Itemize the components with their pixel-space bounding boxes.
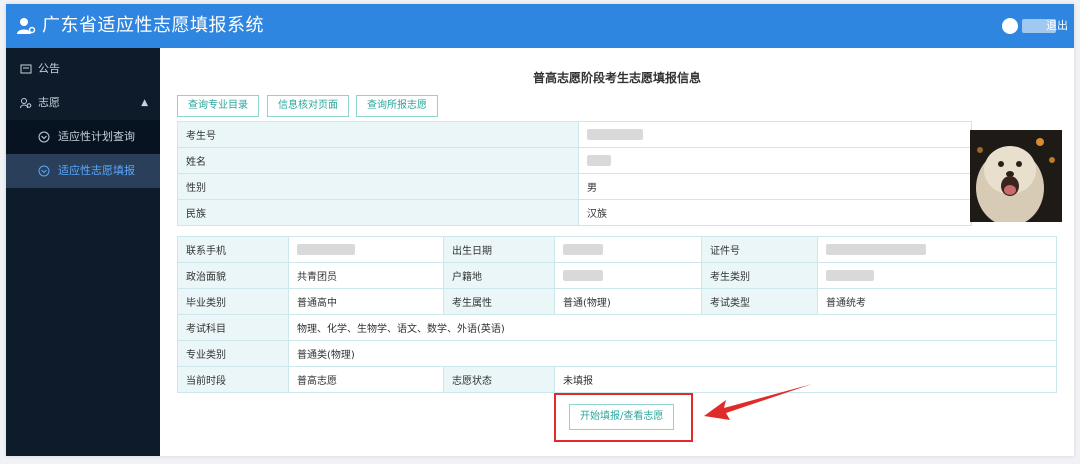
- top-bar: 广东省适应性志愿填报系统 退出: [6, 4, 1074, 48]
- sidebar-item-plan-query[interactable]: 适应性计划查询: [6, 120, 160, 154]
- table-row: 性别 男: [177, 173, 972, 200]
- table-cell-value: 男: [578, 173, 972, 200]
- table-row: 民族 汉族: [177, 199, 972, 226]
- table-cell-label: 考生类别: [701, 262, 818, 289]
- masked-value: [563, 269, 603, 281]
- sidebar-item-label: 志愿: [38, 96, 60, 109]
- table-cell-label: 户籍地: [443, 262, 555, 289]
- masked-value: [826, 269, 874, 281]
- sidebar-item-label: 适应性志愿填报: [58, 164, 135, 177]
- table-cell-value: [554, 236, 702, 263]
- user-logo-icon: [17, 18, 36, 34]
- circle-chevron-icon: [38, 165, 50, 177]
- app-window: 广东省适应性志愿填报系统 退出 公告 志愿 ▲ 适应性计划查询 适应性志愿填报 …: [6, 4, 1074, 456]
- announcement-icon: [20, 64, 32, 74]
- table-cell-value: 普通统考: [817, 288, 1057, 315]
- table-cell-value: 普高志愿: [288, 366, 444, 393]
- table-cell-label: 当前时段: [177, 366, 289, 393]
- basic-info-table: 考生号 姓名 性别 男 民族 汉族: [177, 121, 972, 226]
- table-cell-label: 毕业类别: [177, 288, 289, 315]
- table-cell-value: [288, 236, 444, 263]
- table-cell-value: 共青团员: [288, 262, 444, 289]
- table-cell-label: 考生号: [177, 121, 579, 148]
- sidebar: 公告 志愿 ▲ 适应性计划查询 适应性志愿填报: [6, 48, 160, 456]
- sidebar-item-label: 公告: [38, 62, 60, 75]
- table-cell-value: [817, 262, 1057, 289]
- logout-link[interactable]: 退出: [1046, 19, 1068, 33]
- masked-value: [826, 243, 926, 255]
- table-cell-value: [817, 236, 1057, 263]
- red-arrow-icon: [704, 384, 812, 420]
- table-cell-label: 政治面貌: [177, 262, 289, 289]
- table-cell-label: 联系手机: [177, 236, 289, 263]
- page-title: 普高志愿阶段考生志愿填报信息: [532, 71, 701, 85]
- info-check-button[interactable]: 信息核对页面: [267, 95, 349, 117]
- table-cell-label: 专业类别: [177, 340, 289, 367]
- table-cell-label: 民族: [177, 199, 579, 226]
- masked-value: [587, 154, 611, 166]
- query-applied-volunteer-button[interactable]: 查询所报志愿: [356, 95, 438, 117]
- table-cell-label: 姓名: [177, 147, 579, 174]
- chevron-up-icon: ▲: [141, 98, 148, 108]
- user-group-icon: [20, 98, 32, 109]
- student-photo: [970, 130, 1062, 222]
- table-row: 考试科目 物理、化学、生物学、语文、数学、外语(英语): [177, 314, 1057, 341]
- table-cell-value: 普通高中: [288, 288, 444, 315]
- table-cell-label: 证件号: [701, 236, 818, 263]
- table-row: 毕业类别 普通高中 考生属性 普通(物理) 考试类型 普通统考: [177, 288, 1057, 315]
- app-title: 广东省适应性志愿填报系统: [42, 15, 264, 36]
- masked-value: [587, 128, 643, 140]
- table-cell-label: 志愿状态: [443, 366, 555, 393]
- table-row: 考生号: [177, 121, 972, 148]
- table-cell-label: 出生日期: [443, 236, 555, 263]
- sidebar-item-fill-volunteer[interactable]: 适应性志愿填报: [6, 154, 160, 188]
- main-content: 普高志愿阶段考生志愿填报信息 查询专业目录 信息核对页面 查询所报志愿 考生号 …: [160, 48, 1074, 456]
- sidebar-item-volunteer[interactable]: 志愿 ▲: [6, 86, 160, 120]
- student-photo-image: [970, 130, 1062, 222]
- table-cell-label: 考试科目: [177, 314, 289, 341]
- circle-chevron-icon: [38, 131, 50, 143]
- detail-info-table: 联系手机 出生日期 证件号 政治面貌 共青团员 户籍地 考生类别 毕业类别 普通…: [177, 236, 1057, 393]
- start-fill-button[interactable]: 开始填报/查看志愿: [569, 404, 675, 430]
- table-row: 政治面貌 共青团员 户籍地 考生类别: [177, 262, 1057, 289]
- table-cell-value: [554, 262, 702, 289]
- user-avatar-icon[interactable]: [1002, 18, 1018, 34]
- table-cell-value: [578, 147, 972, 174]
- table-cell-value: [578, 121, 972, 148]
- masked-value: [563, 243, 603, 255]
- masked-value: [297, 243, 355, 255]
- sidebar-item-announcement[interactable]: 公告: [6, 52, 160, 86]
- table-row: 联系手机 出生日期 证件号: [177, 236, 1057, 263]
- table-cell-value: 普通类(物理): [288, 340, 1057, 367]
- table-row: 专业类别 普通类(物理): [177, 340, 1057, 367]
- table-row: 当前时段 普高志愿 志愿状态 未填报: [177, 366, 1057, 393]
- table-cell-value: 普通(物理): [554, 288, 702, 315]
- table-cell-value: 汉族: [578, 199, 972, 226]
- table-row: 姓名: [177, 147, 972, 174]
- table-cell-label: 性别: [177, 173, 579, 200]
- sidebar-item-label: 适应性计划查询: [58, 130, 135, 143]
- table-cell-label: 考生属性: [443, 288, 555, 315]
- query-major-catalog-button[interactable]: 查询专业目录: [177, 95, 259, 117]
- table-cell-value: 物理、化学、生物学、语文、数学、外语(英语): [288, 314, 1057, 341]
- table-cell-label: 考试类型: [701, 288, 818, 315]
